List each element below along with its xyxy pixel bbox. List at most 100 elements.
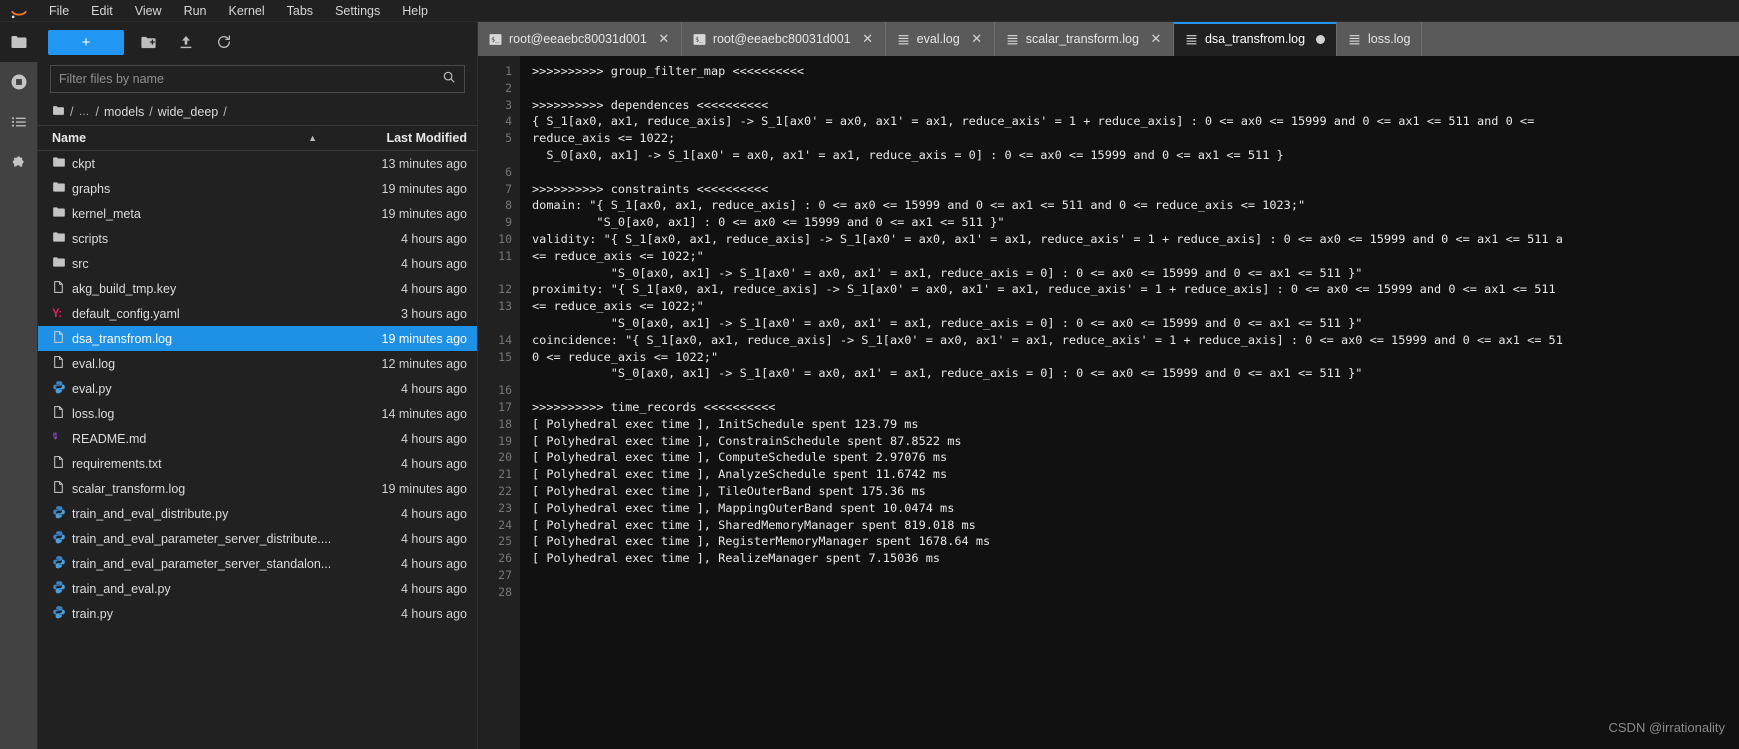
file-type-icon xyxy=(52,205,72,222)
line-number xyxy=(478,265,512,282)
line-number: 3 xyxy=(505,97,512,112)
file-list-item[interactable]: M README.md 4 hours ago xyxy=(38,426,477,451)
new-launcher-button[interactable]: + xyxy=(48,29,124,55)
file-type-icon xyxy=(52,480,72,497)
file-name: ckpt xyxy=(72,156,95,171)
file-list-item[interactable]: train_and_eval.py 4 hours ago xyxy=(38,576,477,601)
folder-icon xyxy=(52,180,66,197)
folder-icon xyxy=(52,205,66,222)
file-list-item[interactable]: eval.log 12 minutes ago xyxy=(38,351,477,376)
menu-kernel[interactable]: Kernel xyxy=(218,0,276,22)
tab-scalar-transform-log[interactable]: scalar_transform.log ✕ xyxy=(994,22,1174,56)
file-type-icon xyxy=(52,355,72,372)
line-number: 9 xyxy=(505,215,512,230)
file-list-item[interactable]: src 4 hours ago xyxy=(38,251,477,276)
file-browser-panel: + / xyxy=(38,22,478,749)
refresh-icon[interactable] xyxy=(210,29,238,55)
tab-root-eeaebc80031d001[interactable]: $_ root@eeaebc80031d001 ✕ xyxy=(681,22,886,56)
file-list-item[interactable]: requirements.txt 4 hours ago xyxy=(38,451,477,476)
file-type-icon xyxy=(52,455,72,472)
python-file-icon xyxy=(52,580,66,597)
file-list-item[interactable]: loss.log 14 minutes ago xyxy=(38,401,477,426)
tab-loss-log[interactable]: loss.log xyxy=(1337,22,1423,56)
line-number: 25 xyxy=(498,534,512,549)
file-name: akg_build_tmp.key xyxy=(72,281,177,296)
file-list-item[interactable]: akg_build_tmp.key 4 hours ago xyxy=(38,276,477,301)
search-input[interactable] xyxy=(59,72,442,86)
menu-help[interactable]: Help xyxy=(391,0,439,22)
file-modified: 4 hours ago xyxy=(400,506,467,521)
new-folder-icon[interactable] xyxy=(134,29,162,55)
close-icon[interactable]: ✕ xyxy=(971,31,983,47)
line-number: 13 xyxy=(498,299,512,314)
file-name: train.py xyxy=(72,606,113,621)
sidebar-item-extension-manager[interactable] xyxy=(0,142,38,182)
breadcrumb-segment-wide-deep[interactable]: wide_deep xyxy=(158,105,218,119)
line-number: 20 xyxy=(498,450,512,465)
file-list-item[interactable]: ckpt 13 minutes ago xyxy=(38,151,477,176)
upload-icon[interactable] xyxy=(172,29,200,55)
line-number: 11 xyxy=(498,248,512,263)
breadcrumb-segment-models[interactable]: models xyxy=(104,105,144,119)
column-header-name[interactable]: Name ▲ xyxy=(52,131,335,145)
tab-eval-log[interactable]: eval.log ✕ xyxy=(885,22,995,56)
line-number: 2 xyxy=(505,80,512,95)
main-area: $_ root@eeaebc80031d001 ✕ $_ root@eeaebc8003… xyxy=(478,22,1739,749)
svg-text:$_: $_ xyxy=(695,35,703,43)
file-list-item[interactable]: train_and_eval_parameter_server_standalo… xyxy=(38,551,477,576)
close-icon[interactable]: ✕ xyxy=(862,31,874,47)
file-name: eval.log xyxy=(72,356,116,371)
file-modified: 4 hours ago xyxy=(400,431,467,446)
close-icon[interactable]: ✕ xyxy=(658,31,670,47)
text-file-icon xyxy=(1348,33,1361,46)
sidebar-item-file-browser[interactable] xyxy=(0,22,38,62)
file-list-item[interactable]: Y: default_config.yaml 3 hours ago xyxy=(38,301,477,326)
file-name: train_and_eval_parameter_server_standalo… xyxy=(72,556,332,571)
file-modified: 4 hours ago xyxy=(400,556,467,571)
file-list-item[interactable]: kernel_meta 19 minutes ago xyxy=(38,201,477,226)
file-list-item[interactable]: train_and_eval_distribute.py 4 hours ago xyxy=(38,501,477,526)
file-type-icon xyxy=(52,180,72,197)
file-list-item[interactable]: dsa_transfrom.log 19 minutes ago xyxy=(38,326,477,351)
folder-icon xyxy=(52,230,66,247)
filter-files-box[interactable] xyxy=(50,65,465,93)
line-number: 6 xyxy=(505,164,512,179)
line-number: 4 xyxy=(505,114,512,129)
tab-dsa-transfrom-log[interactable]: dsa_transfrom.log xyxy=(1173,22,1338,56)
file-list-item[interactable]: train_and_eval_parameter_server_distribu… xyxy=(38,526,477,551)
file-list-item[interactable]: train.py 4 hours ago xyxy=(38,601,477,626)
python-file-icon xyxy=(52,530,66,547)
column-header-last-modified[interactable]: Last Modified xyxy=(335,131,467,145)
menu-view[interactable]: View xyxy=(124,0,173,22)
file-list-item[interactable]: scalar_transform.log 19 minutes ago xyxy=(38,476,477,501)
folder-icon xyxy=(10,33,28,51)
menu-tabs[interactable]: Tabs xyxy=(276,0,324,22)
line-number: 24 xyxy=(498,517,512,532)
unsaved-indicator-icon[interactable] xyxy=(1316,34,1326,44)
tab-root-eeaebc80031d001[interactable]: $_ root@eeaebc80031d001 ✕ xyxy=(478,22,682,56)
file-modified: 4 hours ago xyxy=(400,256,467,271)
file-list-item[interactable]: eval.py 4 hours ago xyxy=(38,376,477,401)
line-number: 17 xyxy=(498,399,512,414)
breadcrumb-ellipsis[interactable]: … xyxy=(78,106,90,118)
python-file-icon xyxy=(52,505,66,522)
file-name: src xyxy=(72,256,89,271)
sidebar-item-table-of-contents[interactable] xyxy=(0,102,38,142)
close-icon[interactable]: ✕ xyxy=(1150,31,1162,47)
breadcrumb[interactable]: / … / models / wide_deep / xyxy=(38,99,477,125)
menu-bar: File Edit View Run Kernel Tabs Settings … xyxy=(0,0,1739,22)
file-list-item[interactable]: graphs 19 minutes ago xyxy=(38,176,477,201)
file-modified: 4 hours ago xyxy=(400,581,467,596)
menu-run[interactable]: Run xyxy=(173,0,218,22)
code-area[interactable]: >>>>>>>>>> group_filter_map <<<<<<<<<< >… xyxy=(520,56,1739,749)
puzzle-icon xyxy=(9,153,28,172)
line-number: 21 xyxy=(498,467,512,482)
sidebar-item-running-sessions[interactable] xyxy=(0,62,38,102)
menu-file[interactable]: File xyxy=(38,0,80,22)
menu-settings[interactable]: Settings xyxy=(324,0,391,22)
menu-edit[interactable]: Edit xyxy=(80,0,124,22)
line-number: 28 xyxy=(498,584,512,599)
file-list-item[interactable]: scripts 4 hours ago xyxy=(38,226,477,251)
line-number: 10 xyxy=(498,231,512,246)
file-name: loss.log xyxy=(72,406,115,421)
